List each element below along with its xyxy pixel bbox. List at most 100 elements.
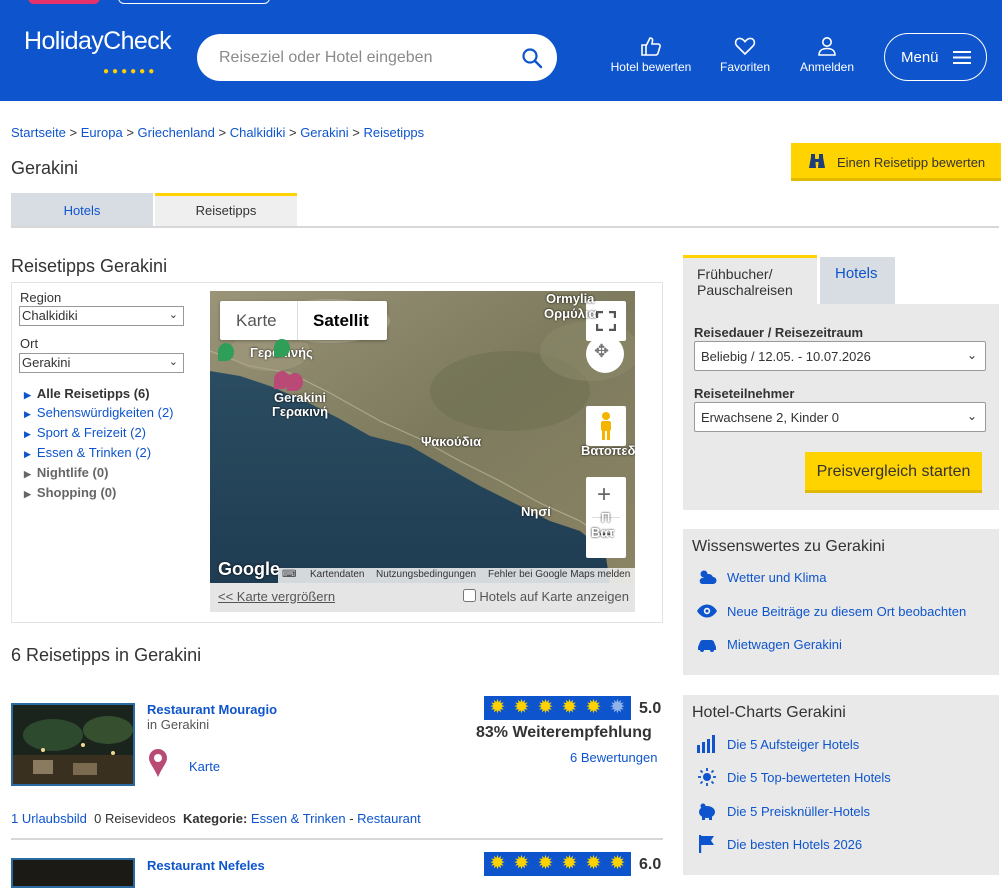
sun-icon: ✹ <box>489 853 506 874</box>
breadcrumb-link[interactable]: Reisetipps <box>363 125 424 140</box>
travellers-select[interactable]: Erwachsene 2, Kinder 0 ⌄ <box>694 402 986 432</box>
category-link[interactable]: Essen & Trinken <box>251 811 346 826</box>
show-hotels-checkbox[interactable] <box>463 589 477 602</box>
search-input[interactable] <box>219 46 509 70</box>
sun-rating: ✹ ✹ ✹ ✹ ✹ ✹ <box>484 852 631 876</box>
logo[interactable]: HolidayCheck <box>24 27 172 56</box>
tab-package[interactable]: Frühbucher/ Pauschalreisen <box>683 255 817 305</box>
hotel-marker-icon[interactable] <box>218 343 234 361</box>
sun-icon: ✹ <box>513 853 530 874</box>
pan-control[interactable]: ✥ <box>586 335 624 373</box>
map-data-link[interactable]: Kartendaten <box>310 569 365 580</box>
promo-pill-outline[interactable] <box>118 0 270 4</box>
hotel-marker-icon[interactable] <box>274 339 290 357</box>
keyboard-icon[interactable]: ⌨ <box>282 569 296 580</box>
tip-name-link[interactable]: Restaurant Nefeles <box>147 858 265 873</box>
category-label: Essen & Trinken (2) <box>36 445 152 460</box>
category-all[interactable]: ▶ Alle Reisetipps (6) <box>24 386 150 401</box>
knowledge-box: Wissenswertes zu Gerakini Wetter und Kli… <box>683 529 999 675</box>
map-label: Γερακινή <box>272 404 329 419</box>
tab-hotels[interactable]: Hotels <box>11 193 153 226</box>
sun-icon: ✹ <box>513 697 530 718</box>
breadcrumb-link[interactable]: Europa <box>81 125 123 140</box>
map-type-karte[interactable]: Karte <box>236 311 277 331</box>
enlarge-map-link[interactable]: << Karte vergrößern <box>218 589 335 604</box>
category-label: Kategorie: <box>183 811 248 826</box>
breadcrumb-link[interactable]: Gerakini <box>300 125 348 140</box>
tab-sidebar-hotels[interactable]: Hotels <box>820 257 895 304</box>
breadcrumb-link[interactable]: Startseite <box>11 125 66 140</box>
map-pin-icon[interactable] <box>148 748 168 781</box>
show-hotels-toggle[interactable]: Hotels auf Karte anzeigen <box>463 589 629 604</box>
triangle-icon: ▶ <box>24 390 31 400</box>
heart-icon <box>734 37 756 56</box>
map-label: Νησί <box>521 504 551 519</box>
duration-select[interactable]: Beliebig / 12.05. - 10.07.2026 ⌄ <box>694 341 986 371</box>
eye-icon <box>697 604 717 618</box>
menu-button[interactable]: Menü <box>884 33 987 81</box>
report-error-link[interactable]: Fehler bei Google Maps melden <box>488 569 630 580</box>
place-select[interactable]: Gerakini ⌄ <box>19 353 184 373</box>
street-view-button[interactable] <box>586 406 626 446</box>
map-type-satellit[interactable]: Satellit <box>313 311 369 331</box>
map-label: Gerakini <box>274 390 327 405</box>
rate-tip-button[interactable]: Einen Reisetipp bewerten <box>791 143 1001 181</box>
category-nightlife: ▶ Nightlife (0) <box>24 465 108 480</box>
price-compare-button[interactable]: Preisvergleich starten <box>805 452 982 493</box>
tab-reisetipps[interactable]: Reisetipps <box>155 193 297 226</box>
tip-map-link[interactable]: Karte <box>189 759 220 774</box>
triangle-icon: ▶ <box>24 429 31 439</box>
chevron-down-icon: ⌄ <box>966 409 977 423</box>
category-sport[interactable]: ▶ Sport & Freizeit (2) <box>24 425 146 440</box>
search-box[interactable] <box>197 34 557 81</box>
menu-label: Menü <box>901 49 939 66</box>
results-title: 6 Reisetipps in Gerakini <box>11 645 202 665</box>
show-hotels-label: Hotels auf Karte anzeigen <box>479 589 629 604</box>
category-sights[interactable]: ▶ Sehenswürdigkeiten (2) <box>24 405 174 420</box>
hamburger-icon <box>953 49 971 69</box>
breadcrumb-link[interactable]: Chalkidiki <box>230 125 286 140</box>
promo-pill[interactable] <box>28 0 100 4</box>
region-label: Region <box>20 290 62 305</box>
category-label: Sport & Freizeit (2) <box>36 425 147 440</box>
google-logo: Google <box>218 559 280 579</box>
terms-link[interactable]: Nutzungsbedingungen <box>376 569 476 580</box>
subcategory-link[interactable]: Restaurant <box>357 811 421 826</box>
breadcrumb-separator: > <box>218 125 227 140</box>
nav-anmelden[interactable]: Anmelden <box>794 36 860 74</box>
tip-thumbnail[interactable] <box>11 703 135 786</box>
breadcrumb-separator: > <box>69 125 78 140</box>
search-icon[interactable] <box>521 47 543 69</box>
map-label: Βατ <box>591 525 615 540</box>
tip-name-link[interactable]: Restaurant Mouragio <box>147 702 277 717</box>
map-label: Ψακούδια <box>421 434 482 449</box>
bar-chart-icon <box>697 735 715 753</box>
breadcrumb-link[interactable]: Griechenland <box>138 125 215 140</box>
photos-link[interactable]: 1 Urlaubsbild <box>11 811 87 826</box>
duration-value: Beliebig / 12.05. - 10.07.2026 <box>701 349 871 364</box>
sun-icon: ✹ <box>537 697 554 718</box>
category-separator: - <box>345 811 358 826</box>
chevron-down-icon: ⌄ <box>168 356 178 368</box>
tab-divider <box>11 226 999 228</box>
breadcrumb-separator: > <box>126 125 134 140</box>
map-view[interactable]: Karte Satellit ✥ + − Ormylia Ορμύλια Γερ… <box>210 291 635 583</box>
nav-favoriten[interactable]: Favoriten <box>712 36 778 74</box>
car-icon <box>698 640 716 652</box>
link-label: Die besten Hotels 2026 <box>727 837 863 852</box>
zoom-in-button[interactable]: + <box>597 481 611 509</box>
region-select[interactable]: Chalkidiki ⌄ <box>19 306 184 326</box>
tip-score: 5.0 <box>639 700 662 717</box>
logo-dots: ●●●●●● <box>103 66 158 77</box>
tip-thumbnail[interactable] <box>11 858 135 888</box>
pan-icon: ✥ <box>594 341 610 361</box>
tip-meta: 1 Urlaubsbild 0 Reisevideos Kategorie: E… <box>11 811 421 826</box>
restaurant-marker-icon[interactable] <box>287 373 303 391</box>
link-label: Wetter und Klima <box>727 570 827 585</box>
binoculars-icon <box>809 154 825 168</box>
chevron-down-icon: ⌄ <box>168 309 178 321</box>
category-food[interactable]: ▶ Essen & Trinken (2) <box>24 445 151 460</box>
reviews-link[interactable]: 6 Bewertungen <box>570 750 657 765</box>
sun-icon-empty: ✹ <box>609 697 626 718</box>
nav-hotel-bewerten[interactable]: Hotel bewerten <box>604 36 698 74</box>
